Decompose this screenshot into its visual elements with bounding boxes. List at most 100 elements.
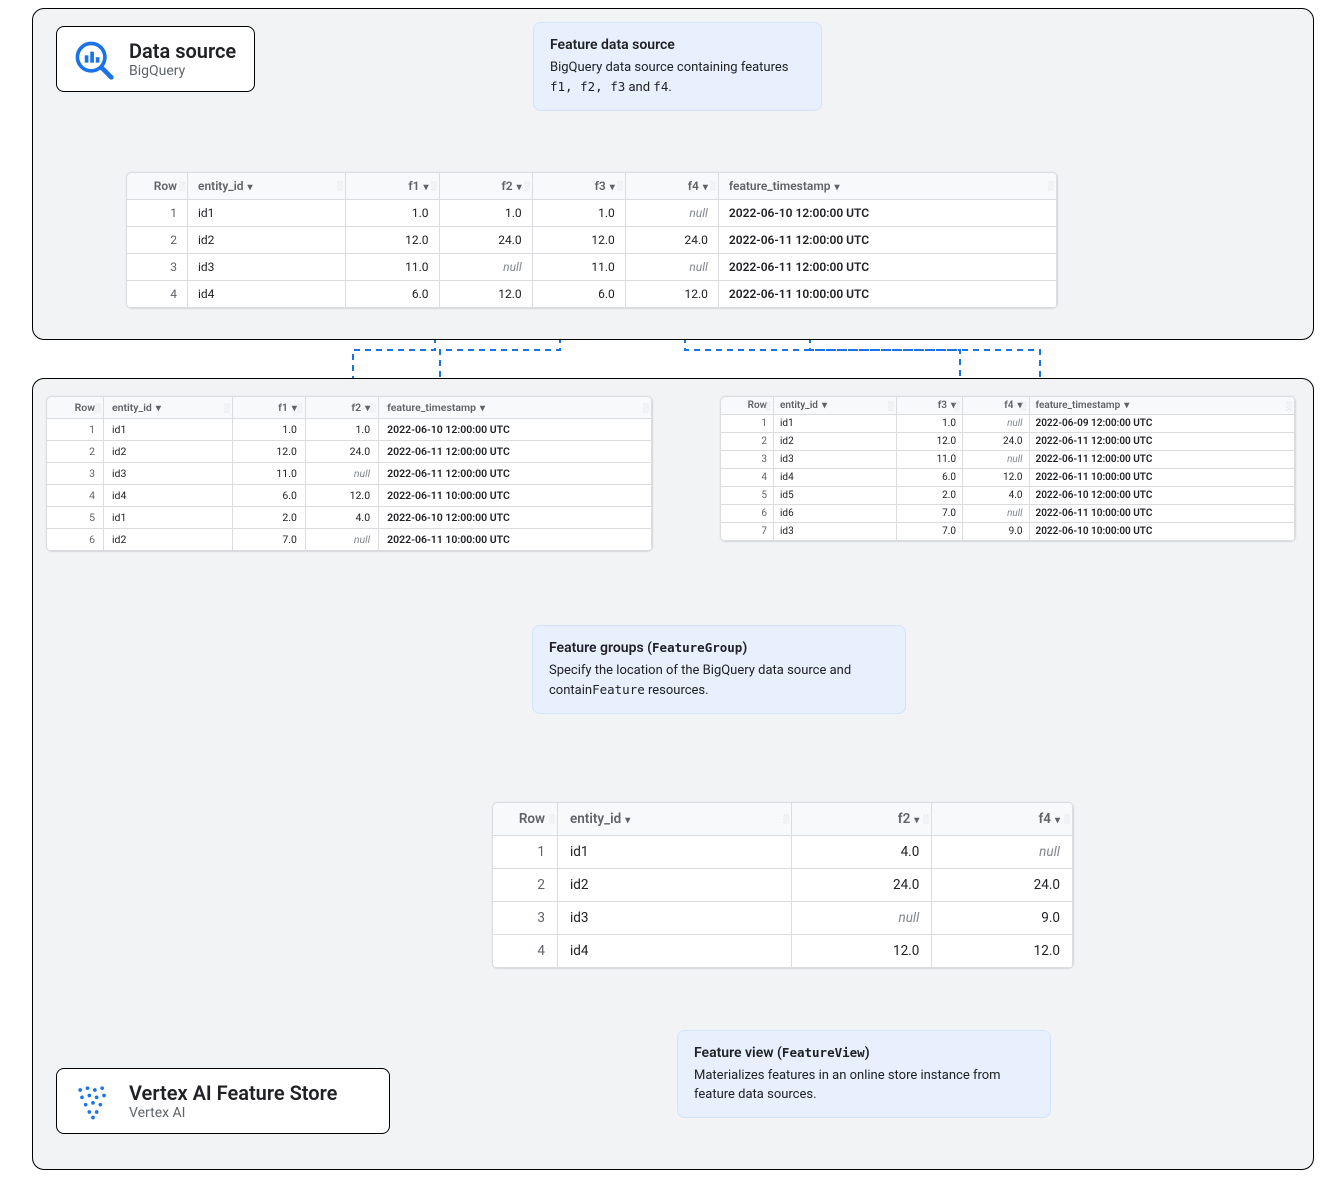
source-table: Rowentity_id▾f1▾f2▾f3▾f4▾feature_timesta… — [126, 172, 1058, 309]
table-row: 1id11.01.02022-06-10 12:00:00 UTC — [47, 419, 652, 441]
cell-entity: id4 — [774, 469, 897, 487]
cell-ts: 2022-06-10 12:00:00 UTC — [718, 200, 1056, 227]
col-header-ts[interactable]: feature_timestamp▾ — [718, 173, 1056, 200]
store-card-title: Vertex AI Feature Store — [129, 1081, 337, 1105]
col-header-f1[interactable]: f1▾ — [232, 397, 305, 419]
cell-f2: null — [791, 902, 932, 935]
table-row: 2id224.024.0 — [493, 869, 1073, 902]
feature-group-table-left: Rowentity_id▾f1▾f2▾feature_timestamp▾1id… — [46, 396, 653, 552]
cell-f2: null — [305, 463, 378, 485]
cell-entity: id4 — [558, 935, 792, 968]
store-card-subtitle: Vertex AI — [129, 1105, 337, 1122]
col-header-ts[interactable]: feature_timestamp▾ — [379, 397, 652, 419]
cell-entity: id3 — [104, 463, 233, 485]
table-row: 3id3null9.0 — [493, 902, 1073, 935]
cell-entity: id5 — [774, 487, 897, 505]
cell-f2: 24.0 — [791, 869, 932, 902]
col-header-entity[interactable]: entity_id▾ — [188, 173, 346, 200]
cell-f3: 6.0 — [896, 469, 962, 487]
col-header-f3[interactable]: f3▾ — [532, 173, 625, 200]
table-row: 2id212.024.02022-06-11 12:00:00 UTC — [721, 433, 1295, 451]
cell-entity: id2 — [774, 433, 897, 451]
col-header-row[interactable]: Row — [127, 173, 188, 200]
cell-entity: id1 — [558, 836, 792, 869]
cell-row: 4 — [47, 485, 104, 507]
cell-entity: id2 — [558, 869, 792, 902]
cell-entity: id1 — [188, 200, 346, 227]
callout-body: BigQuery data source containing features… — [550, 59, 805, 98]
cell-f3: 6.0 — [532, 281, 625, 308]
cell-row: 7 — [721, 523, 774, 541]
cell-entity: id4 — [188, 281, 346, 308]
cell-ts: 2022-06-11 12:00:00 UTC — [1029, 433, 1295, 451]
col-header-f3[interactable]: f3▾ — [896, 397, 962, 415]
sort-icon: ▾ — [1017, 400, 1022, 411]
bigquery-icon — [71, 37, 115, 81]
feature-store-card: Vertex AI Feature Store Vertex AI — [56, 1068, 390, 1134]
cell-row: 3 — [127, 254, 188, 281]
table-row: 5id12.04.02022-06-10 12:00:00 UTC — [47, 507, 652, 529]
col-header-ts[interactable]: feature_timestamp▾ — [1029, 397, 1295, 415]
col-header-row[interactable]: Row — [493, 803, 558, 836]
cell-f4: 4.0 — [963, 487, 1029, 505]
table-row: 1id14.0null — [493, 836, 1073, 869]
cell-ts: 2022-06-11 10:00:00 UTC — [1029, 505, 1295, 523]
cell-row: 2 — [127, 227, 188, 254]
table-row: 4id46.012.02022-06-11 10:00:00 UTC — [47, 485, 652, 507]
cell-f4: 12.0 — [963, 469, 1029, 487]
table-row: 1id11.01.01.0null2022-06-10 12:00:00 UTC — [127, 200, 1057, 227]
table-row: 4id412.012.0 — [493, 935, 1073, 968]
cell-f4: null — [963, 451, 1029, 469]
cell-ts: 2022-06-10 12:00:00 UTC — [379, 419, 652, 441]
cell-ts: 2022-06-09 12:00:00 UTC — [1029, 415, 1295, 433]
cell-f3: 2.0 — [896, 487, 962, 505]
cell-row: 4 — [127, 281, 188, 308]
cell-entity: id3 — [558, 902, 792, 935]
cell-row: 4 — [721, 469, 774, 487]
col-header-f2[interactable]: f2▾ — [791, 803, 932, 836]
col-header-row[interactable]: Row — [721, 397, 774, 415]
col-header-f4[interactable]: f4▾ — [625, 173, 718, 200]
col-header-f2[interactable]: f2▾ — [439, 173, 532, 200]
source-card-title: Data source — [129, 39, 236, 63]
cell-f4: null — [932, 836, 1073, 869]
cell-f4: null — [625, 200, 718, 227]
cell-f3: 11.0 — [532, 254, 625, 281]
col-header-f1[interactable]: f1▾ — [346, 173, 439, 200]
cell-ts: 2022-06-11 10:00:00 UTC — [718, 281, 1056, 308]
cell-entity: id4 — [104, 485, 233, 507]
cell-f4: 12.0 — [625, 281, 718, 308]
sort-icon: ▾ — [703, 182, 708, 193]
source-card-subtitle: BigQuery — [129, 63, 236, 80]
col-header-entity[interactable]: entity_id▾ — [774, 397, 897, 415]
cell-f2: 4.0 — [791, 836, 932, 869]
col-header-f4[interactable]: f4▾ — [963, 397, 1029, 415]
table-row: 5id52.04.02022-06-10 12:00:00 UTC — [721, 487, 1295, 505]
col-header-f2[interactable]: f2▾ — [305, 397, 378, 419]
col-header-f4[interactable]: f4▾ — [932, 803, 1073, 836]
cell-ts: 2022-06-11 12:00:00 UTC — [718, 227, 1056, 254]
cell-entity: id1 — [104, 507, 233, 529]
cell-f4: null — [963, 505, 1029, 523]
sort-icon: ▾ — [248, 182, 253, 193]
cell-f1: 11.0 — [232, 463, 305, 485]
cell-f1: 6.0 — [346, 281, 439, 308]
cell-f1: 11.0 — [346, 254, 439, 281]
col-header-row[interactable]: Row — [47, 397, 104, 419]
col-header-entity[interactable]: entity_id▾ — [104, 397, 233, 419]
cell-f4: 24.0 — [963, 433, 1029, 451]
col-header-entity[interactable]: entity_id▾ — [558, 803, 792, 836]
cell-ts: 2022-06-11 12:00:00 UTC — [1029, 451, 1295, 469]
cell-row: 2 — [721, 433, 774, 451]
feature-group-table-right: Rowentity_id▾f3▾f4▾feature_timestamp▾1id… — [720, 396, 1296, 542]
cell-f4: null — [625, 254, 718, 281]
cell-row: 2 — [493, 869, 558, 902]
cell-entity: id6 — [774, 505, 897, 523]
cell-row: 6 — [721, 505, 774, 523]
sort-icon: ▾ — [1124, 400, 1129, 411]
cell-f2: 4.0 — [305, 507, 378, 529]
table-row: 6id67.0null2022-06-11 10:00:00 UTC — [721, 505, 1295, 523]
table-row: 6id27.0null2022-06-11 10:00:00 UTC — [47, 529, 652, 551]
cell-entity: id1 — [774, 415, 897, 433]
sort-icon: ▾ — [835, 182, 840, 193]
